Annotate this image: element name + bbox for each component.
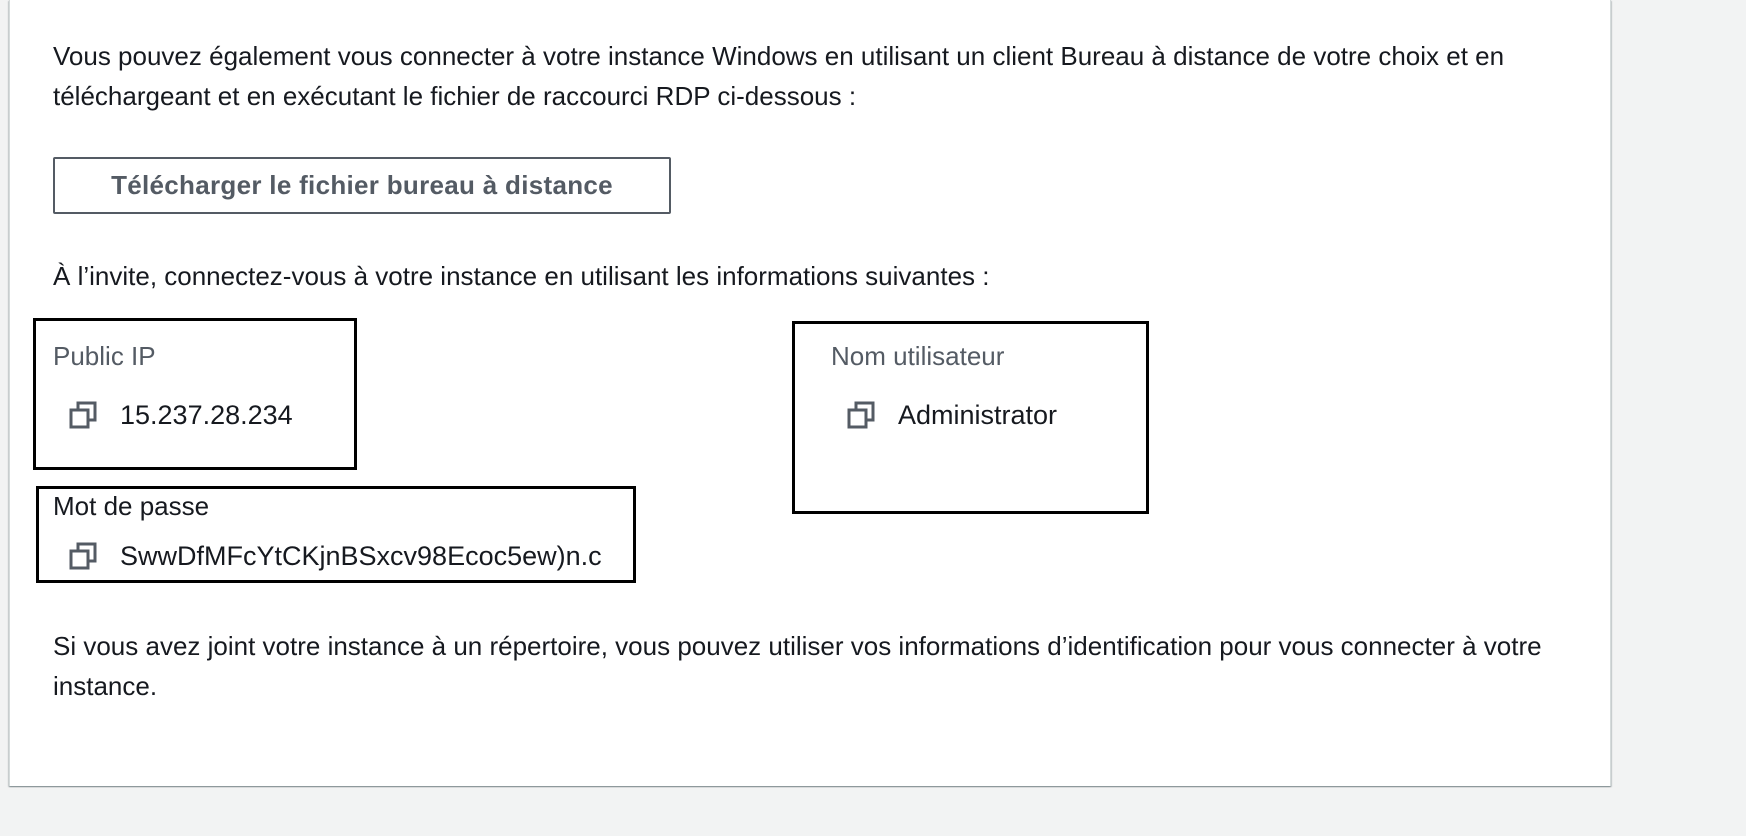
copy-icon [69, 542, 97, 570]
connect-rdp-panel: Vous pouvez également vous connecter à v… [9, 0, 1611, 786]
download-rdp-file-button[interactable]: Télécharger le fichier bureau à distance [53, 157, 671, 214]
password-value: SwwDfMFcYtCKjnBSxcv98Ecoc5ew)n.c [120, 541, 602, 571]
password-label: Mot de passe [53, 491, 210, 521]
login-prompt-text: À l’invite, connectez-vous à votre insta… [53, 261, 990, 291]
copy-public-ip-button[interactable] [68, 400, 98, 430]
directory-info-text: Si vous avez joint votre instance à un r… [53, 631, 1542, 701]
copy-password-button[interactable] [68, 541, 98, 571]
username-value: Administrator [898, 400, 1058, 430]
public-ip-value: 15.237.28.234 [120, 400, 293, 430]
username-label: Nom utilisateur [831, 341, 1005, 371]
copy-icon [847, 401, 875, 429]
public-ip-label: Public IP [53, 341, 156, 371]
rdp-intro-text: Vous pouvez également vous connecter à v… [53, 41, 1505, 111]
copy-username-button[interactable] [846, 400, 876, 430]
copy-icon [69, 401, 97, 429]
